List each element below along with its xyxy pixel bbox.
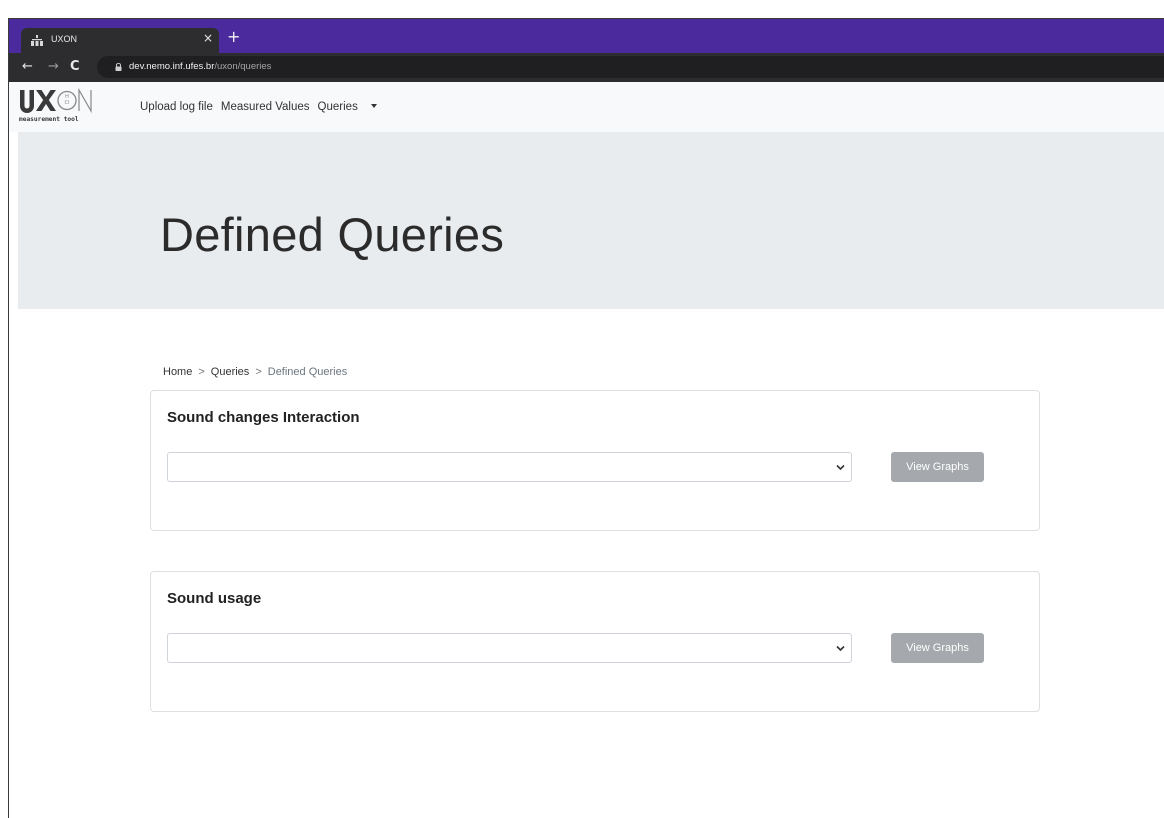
svg-text:CI: CI [65, 100, 70, 106]
breadcrumb-separator: > [198, 366, 205, 378]
forward-icon[interactable]: → [48, 58, 59, 76]
browser-window: UXON × + ← → C dev.nemo.inf.ufes.br/uxon… [9, 19, 1164, 818]
browser-toolbar: ← → C dev.nemo.inf.ufes.br/uxon/queries [9, 53, 1164, 82]
chevron-down-icon [836, 645, 845, 652]
uxon-logo[interactable]: H CI measurement tool [19, 87, 129, 127]
breadcrumb-queries[interactable]: Queries [211, 366, 250, 378]
nav-measured-values[interactable]: Measured Values [221, 101, 310, 113]
favicon-icon [31, 35, 43, 46]
card-title: Sound changes Interaction [167, 409, 360, 426]
query-card-sound-usage: Sound usage View Graphs [150, 571, 1040, 712]
chevron-down-icon [836, 464, 845, 471]
breadcrumb-current: Defined Queries [267, 366, 348, 378]
query-card-sound-changes-interaction: Sound changes Interaction View Graphs [150, 390, 1040, 531]
tab-close-icon[interactable]: × [203, 31, 213, 45]
app-navbar: H CI measurement tool Upload log file Me… [9, 82, 1164, 132]
breadcrumb: Home > Queries > Defined Queries [163, 366, 347, 378]
nav-queries-dropdown[interactable]: Queries [318, 101, 377, 113]
browser-tab[interactable]: UXON × [21, 28, 219, 53]
nav-queries-label: Queries [317, 101, 358, 113]
url-path: /uxon/queries [214, 61, 272, 72]
tab-title: UXON [51, 34, 78, 44]
url-host: dev.nemo.inf.ufes.br [129, 61, 215, 72]
url-text: dev.nemo.inf.ufes.br/uxon/queries [129, 61, 271, 72]
view-graphs-button[interactable]: View Graphs [891, 452, 984, 482]
reload-icon[interactable]: C [70, 58, 80, 76]
back-icon[interactable]: ← [22, 58, 33, 76]
nav-links: Upload log file Measured Values Queries [140, 101, 385, 113]
tab-strip: UXON × + [9, 19, 1164, 53]
logo-subtitle: measurement tool [19, 116, 79, 123]
breadcrumb-separator: > [255, 366, 262, 378]
breadcrumb-home[interactable]: Home [163, 366, 192, 378]
jumbotron: Defined Queries [18, 132, 1164, 309]
query-select[interactable] [167, 633, 852, 663]
lock-icon [115, 63, 122, 71]
card-title: Sound usage [167, 590, 262, 607]
view-graphs-button[interactable]: View Graphs [891, 633, 984, 663]
page-title: Defined Queries [160, 208, 505, 261]
nav-upload-log-file[interactable]: Upload log file [140, 101, 213, 113]
query-select[interactable] [167, 452, 852, 482]
new-tab-button[interactable]: + [227, 29, 240, 45]
caret-down-icon [370, 103, 377, 108]
address-bar[interactable]: dev.nemo.inf.ufes.br/uxon/queries [97, 56, 1164, 78]
